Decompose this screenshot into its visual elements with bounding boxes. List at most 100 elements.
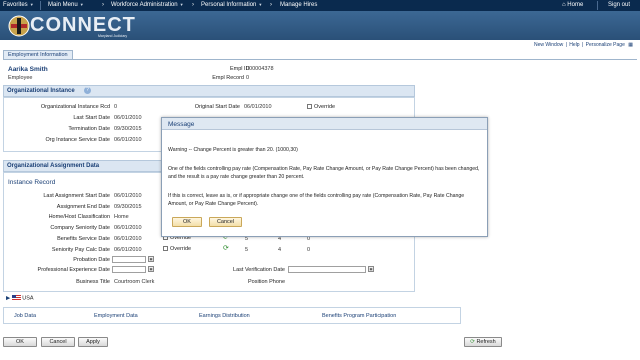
grid-icon[interactable]: ▦ — [627, 42, 634, 48]
home-host-classification-value: Home — [114, 214, 129, 220]
termination-date-label: Termination Date — [68, 126, 110, 132]
new-window-link[interactable]: New Window — [533, 42, 564, 48]
page-utility-links: New Window | Help | Personalize Page ▦ — [533, 42, 634, 48]
calendar-icon[interactable]: ▦ — [148, 256, 154, 262]
seniority-override-checkbox[interactable]: Override — [163, 246, 191, 252]
checkbox-icon — [307, 104, 312, 110]
ok-button[interactable]: OK — [3, 337, 37, 347]
sign-out-label: Sign out — [608, 2, 631, 8]
main-menu-label: Main Menu — [48, 2, 78, 8]
override-checkbox[interactable]: Override — [307, 104, 335, 110]
home-host-classification-label: Home/Host Classification — [48, 214, 110, 220]
professional-experience-date-label: Professional Experience Date — [37, 267, 110, 273]
breadcrumb-manage-hires[interactable]: Manage Hires — [280, 2, 317, 8]
last-verification-date-input[interactable] — [288, 266, 366, 273]
breadcrumb-label: Personal Information — [201, 2, 257, 8]
message-dialog-title: Message — [162, 118, 487, 130]
home-link[interactable]: ⌂ Home — [562, 2, 583, 8]
tab-underline — [3, 59, 637, 60]
benefits-service-date-label: Benefits Service Date — [57, 236, 110, 242]
help-link[interactable]: Help — [568, 42, 580, 48]
original-start-date-label: Original Start Date — [194, 104, 240, 110]
employee-role: Employee — [8, 75, 33, 81]
calendar-icon[interactable]: ▦ — [148, 266, 154, 272]
seniority-months: 4 — [278, 247, 282, 253]
apply-button[interactable]: Apply — [78, 337, 108, 347]
main-menu[interactable]: Main Menu ▼ — [48, 2, 84, 8]
last-start-date-label: Last Start Date — [73, 115, 110, 121]
probation-date-label: Probation Date — [73, 257, 110, 263]
last-start-date-value: 06/01/2010 — [114, 115, 142, 121]
sign-out-link[interactable]: Sign out — [608, 2, 630, 8]
position-phone-label: Position Phone — [248, 279, 285, 285]
maryland-flag-logo-icon — [8, 15, 30, 37]
company-seniority-date-label: Company Seniority Date — [50, 225, 110, 231]
warning-text: Warning -- Change Percent is greater tha… — [168, 147, 298, 153]
nav-divider — [40, 1, 41, 10]
seniority-pay-calc-date-label: Seniority Pay Calc Date — [51, 247, 110, 253]
breadcrumb-personal-information[interactable]: Personal Information ▼ — [201, 2, 262, 8]
top-navigation-bar: Favorites ▼ Main Menu ▼ › Workforce Admini… — [0, 0, 640, 11]
probation-date-input[interactable] — [112, 256, 146, 263]
explanation-text: One of the fields controlling pay rate (… — [168, 166, 480, 180]
seniority-pay-calc-date-value: 06/01/2010 — [114, 247, 142, 253]
chevron-down-icon: ▼ — [79, 2, 84, 7]
employee-name: Aarika Smith — [8, 66, 48, 73]
dialog-ok-button[interactable]: OK — [172, 217, 202, 227]
business-title-label: Business Title — [76, 279, 110, 285]
checkbox-icon — [163, 246, 168, 252]
personalize-page-link[interactable]: Personalize Page — [585, 42, 626, 48]
instruction-text: If this is correct, leave as is, or if a… — [168, 193, 465, 207]
seniority-days: 0 — [307, 247, 311, 253]
expand-arrow-icon: ▶ — [6, 295, 11, 302]
assignment-end-date-label: Assignment End Date — [56, 204, 110, 210]
breadcrumb-separator: › — [192, 2, 194, 8]
breadcrumb-label: Workforce Administration — [111, 2, 178, 8]
cancel-button[interactable]: Cancel — [41, 337, 75, 347]
instance-record-heading: Instance Record — [8, 179, 56, 186]
last-assignment-start-date-label: Last Assignment Start Date — [43, 193, 110, 199]
chevron-down-icon: ▼ — [179, 2, 184, 7]
original-start-date-value: 06/01/2010 — [244, 104, 272, 110]
tab-employment-information[interactable]: Employment Information — [3, 50, 73, 59]
override-label: Override — [314, 104, 336, 110]
refresh-calc-icon[interactable]: ⟳ — [223, 244, 229, 252]
override-label: Override — [170, 246, 192, 252]
assignment-end-date-value: 09/30/2015 — [114, 204, 142, 210]
organizational-instance-title: Organizational Instance — [7, 88, 75, 94]
refresh-button[interactable]: ⟳ Refresh — [464, 337, 502, 347]
empl-id-value: 000004378 — [246, 66, 274, 72]
last-assignment-start-date-value: 06/01/2010 — [114, 193, 142, 199]
professional-experience-date-input[interactable] — [112, 266, 146, 273]
empl-record-label: Empl Record — [212, 75, 244, 81]
country-label: USA — [22, 295, 34, 302]
org-instance-service-date-value: 06/01/2010 — [114, 137, 142, 143]
earnings-distribution-link[interactable]: Earnings Distribution — [199, 313, 250, 319]
dialog-cancel-button[interactable]: Cancel — [209, 217, 242, 227]
breadcrumb-workforce-administration[interactable]: Workforce Administration ▼ — [111, 2, 184, 8]
breadcrumb-separator: › — [270, 2, 272, 8]
favorites-menu[interactable]: Favorites ▼ — [3, 2, 34, 8]
org-instance-rcd-value: 0 — [114, 104, 118, 110]
benefits-program-participation-link[interactable]: Benefits Program Participation — [322, 313, 396, 319]
org-instance-rcd-label: Organizational Instance Rcd — [40, 104, 110, 110]
seniority-years: 5 — [245, 247, 249, 253]
help-icon[interactable]: ? — [84, 87, 91, 94]
employment-data-link[interactable]: Employment Data — [94, 313, 138, 319]
country-section-toggle[interactable]: ▶ USA — [6, 295, 34, 301]
empl-record-value: 0 — [246, 75, 250, 81]
business-title-value: Courtroom Clerk — [114, 279, 155, 285]
benefits-service-date-value: 06/01/2010 — [114, 236, 142, 242]
calendar-icon[interactable]: ▦ — [368, 266, 374, 272]
home-label: Home — [567, 2, 584, 8]
company-seniority-date-value: 06/01/2010 — [114, 225, 142, 231]
breadcrumb-label: Manage Hires — [280, 2, 318, 8]
refresh-icon: ⟳ — [470, 339, 475, 345]
nav-divider — [597, 1, 598, 10]
brand-subtitle: Maryland Judiciary — [98, 34, 128, 38]
termination-date-value: 09/30/2015 — [114, 126, 142, 132]
chevron-down-icon: ▼ — [258, 2, 263, 7]
usa-flag-icon — [11, 295, 21, 301]
job-data-link[interactable]: Job Data — [14, 313, 36, 319]
breadcrumb-separator: › — [102, 2, 104, 8]
